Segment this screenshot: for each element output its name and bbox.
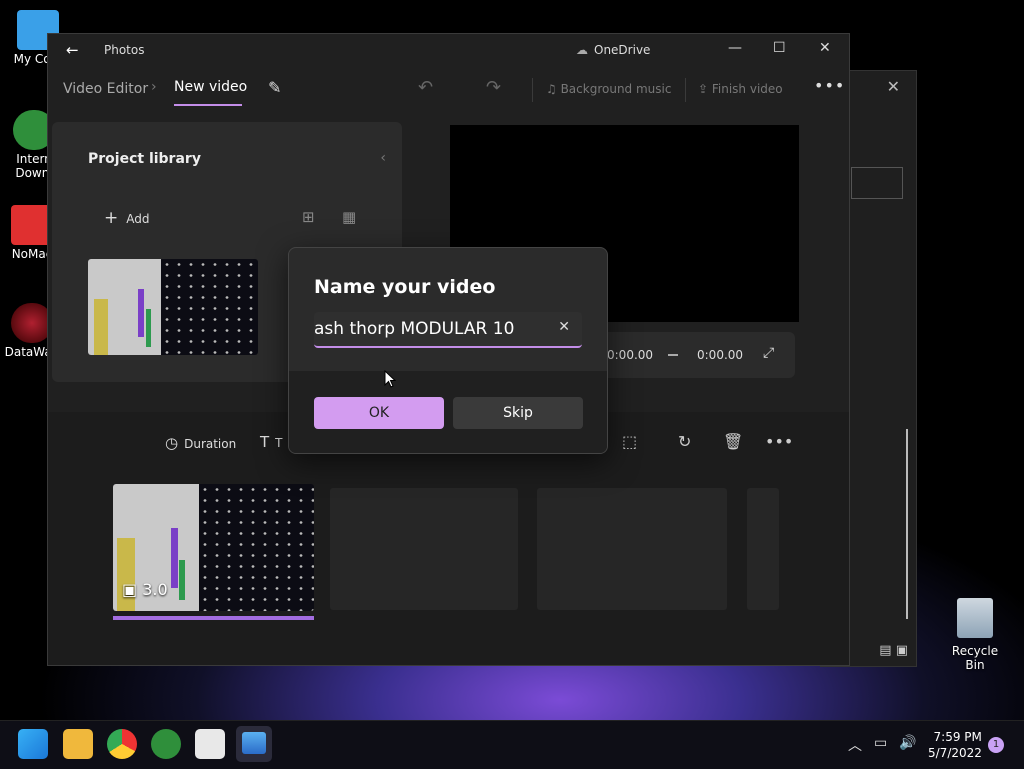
title-bar: ← Photos ☁ OneDrive — ☐ ✕: [48, 34, 849, 66]
active-underline: [174, 104, 242, 106]
clip-duration-value: 3.0: [142, 580, 168, 599]
image-icon: ▣: [122, 580, 143, 599]
music-note-icon: ♫: [546, 82, 561, 96]
duration-label: Duration: [184, 437, 237, 451]
project-library-title: Project library: [88, 151, 201, 167]
photos-taskbar-icon[interactable]: [236, 726, 272, 762]
clock-date: 5/7/2022: [928, 746, 982, 760]
scrollbar[interactable]: [906, 429, 908, 619]
background-music-label: Background music: [560, 82, 672, 96]
breadcrumb-new-video[interactable]: New video: [174, 79, 247, 95]
text-icon: T: [260, 433, 270, 451]
storyboard-empty-slot: [747, 488, 779, 610]
thumbnail-dots: [199, 484, 314, 611]
divider: [532, 78, 533, 102]
grid-small-icon[interactable]: ▦: [342, 208, 356, 226]
add-label: Add: [126, 212, 150, 226]
clock-time: 7:59 PM: [933, 730, 982, 744]
view-toggle-icon[interactable]: ▤ ▣: [879, 643, 908, 658]
thumbnail-bar: [94, 299, 108, 355]
cloud-off-icon: ☁: [576, 43, 588, 57]
redo-icon[interactable]: ↷: [486, 77, 501, 98]
dialog-footer: OK Skip: [289, 371, 607, 453]
grid-large-icon[interactable]: ⊞: [302, 208, 315, 226]
thumbnail-bar: [138, 289, 144, 337]
recycle-bin-label: Recycle Bin: [951, 644, 999, 672]
total-time: 0:00.00: [697, 348, 744, 362]
clip-selected-bar: [113, 616, 314, 620]
text-button[interactable]: TT: [260, 433, 283, 451]
start-icon[interactable]: [18, 729, 48, 759]
rotate-icon[interactable]: ↻: [678, 432, 691, 451]
thumbnail-bar: [171, 528, 178, 588]
more-options-icon[interactable]: •••: [814, 76, 845, 95]
add-button[interactable]: + Add: [104, 208, 149, 228]
seek-bar[interactable]: [668, 354, 678, 356]
thumbnail-dots: [161, 259, 258, 355]
divider: [685, 78, 686, 102]
desktop-icon-recycle-bin[interactable]: Recycle Bin: [942, 598, 1008, 672]
clear-icon[interactable]: ✕: [558, 319, 570, 335]
photos-icon: [242, 732, 266, 754]
current-time: 0:00.00: [607, 348, 654, 362]
close-icon[interactable]: ✕: [819, 40, 831, 56]
name-video-dialog: Name your video ✕ OK Skip: [288, 247, 608, 454]
command-bar: Video Editor › New video ✎ ↶ ↷ ♫ Backgro…: [48, 68, 849, 112]
dialog-title: Name your video: [314, 276, 496, 298]
volume-icon[interactable]: 🔊: [899, 735, 916, 751]
library-thumbnail[interactable]: [88, 259, 258, 355]
pencil-icon[interactable]: ✎: [268, 78, 281, 97]
delete-icon[interactable]: 🗑: [723, 432, 743, 451]
undo-icon[interactable]: ↶: [418, 77, 433, 98]
skip-button[interactable]: Skip: [453, 397, 583, 429]
file-explorer-icon[interactable]: [63, 729, 93, 759]
download-manager-icon[interactable]: [151, 729, 181, 759]
window-title: Photos: [104, 43, 145, 57]
video-name-input[interactable]: [314, 312, 544, 346]
clock[interactable]: 7:59 PM 5/7/2022: [928, 729, 982, 761]
onedrive-label: OneDrive: [594, 43, 651, 57]
finish-video-button[interactable]: ⇪ Finish video: [698, 82, 783, 96]
chevron-left-icon[interactable]: ‹: [380, 150, 386, 166]
chrome-icon[interactable]: [107, 729, 137, 759]
export-icon: ⇪: [698, 82, 712, 96]
maximize-icon[interactable]: ☐: [773, 40, 786, 56]
fullscreen-icon[interactable]: ⤢: [763, 345, 774, 361]
clock-icon: ◷: [165, 434, 179, 452]
clip-duration: ▣ 3.0: [122, 580, 168, 599]
thumbnail-bar: [179, 560, 185, 600]
recycle-bin-icon: [957, 598, 993, 638]
notification-badge[interactable]: 1: [988, 737, 1004, 753]
store-icon[interactable]: [195, 729, 225, 759]
chevron-right-icon: ›: [151, 79, 157, 95]
text-label: T: [275, 436, 283, 450]
thumbnail-bar: [117, 538, 135, 611]
more-options-icon[interactable]: •••: [765, 432, 793, 451]
crop-icon[interactable]: ⬚: [622, 432, 637, 451]
ok-button[interactable]: OK: [314, 397, 444, 429]
taskbar: ︿ ▭ 🔊 7:59 PM 5/7/2022 1: [0, 720, 1024, 769]
background-music-button[interactable]: ♫ Background music: [546, 82, 671, 96]
mouse-cursor: [384, 370, 396, 388]
chevron-up-icon[interactable]: ︿: [848, 735, 862, 755]
finish-video-label: Finish video: [711, 82, 783, 96]
playback-controls: 0:00.00 0:00.00 ⤢: [593, 332, 795, 378]
video-name-field[interactable]: ✕: [314, 312, 582, 348]
minimize-icon[interactable]: —: [728, 40, 742, 56]
duration-button[interactable]: ◷ Duration: [165, 434, 236, 452]
back-arrow-icon[interactable]: ←: [66, 41, 79, 59]
network-icon[interactable]: ▭: [874, 735, 887, 751]
onedrive-status[interactable]: ☁ OneDrive: [576, 43, 650, 57]
storyboard-empty-slot: [330, 488, 518, 610]
background-field: [851, 167, 903, 199]
close-icon[interactable]: ✕: [887, 77, 900, 96]
plus-icon: +: [104, 208, 119, 228]
breadcrumb-video-editor[interactable]: Video Editor: [63, 81, 148, 97]
storyboard-empty-slot: [537, 488, 727, 610]
thumbnail-bar: [146, 309, 151, 347]
